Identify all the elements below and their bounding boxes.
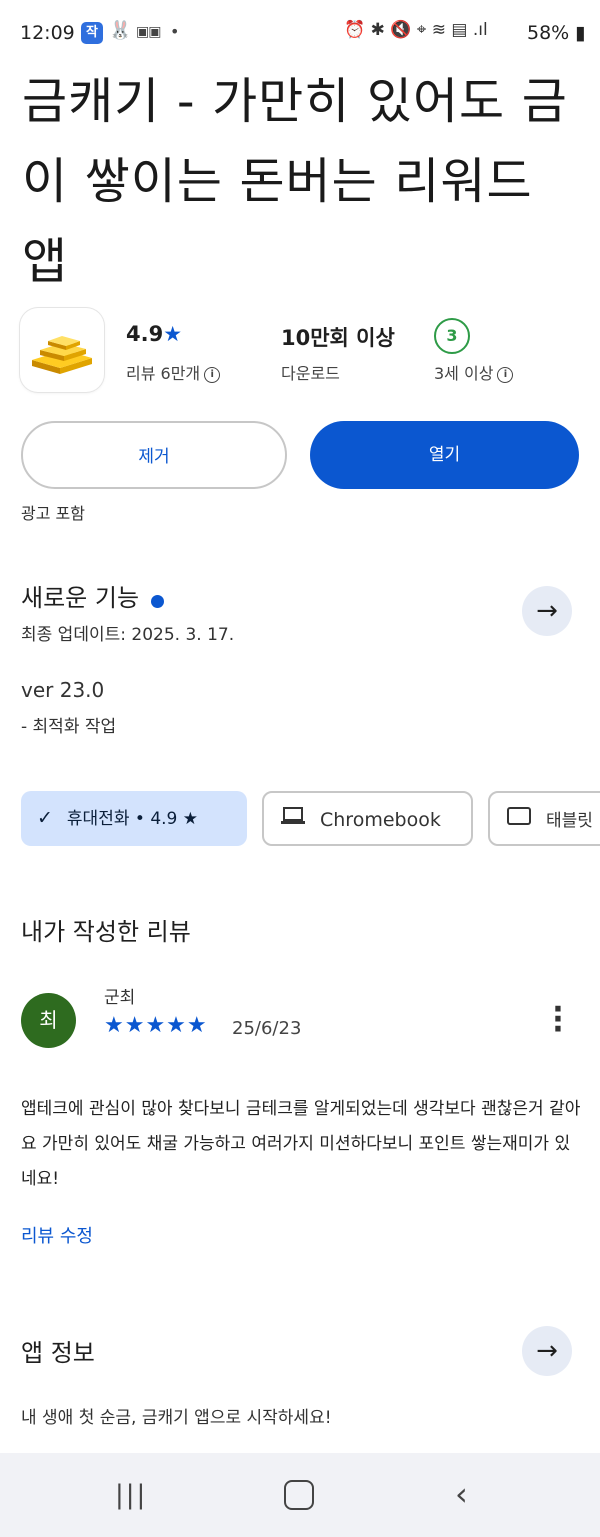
laptop-icon [280, 793, 306, 844]
battery-level: 58% ▮ [527, 22, 586, 44]
app-icon [20, 308, 104, 392]
whats-new-header[interactable]: 새로운 기능 [21, 578, 165, 613]
recent-apps-icon[interactable]: ||| [115, 1480, 147, 1510]
star-icon: ★ [163, 322, 183, 346]
rabbit-icon: 🐰 [109, 20, 132, 41]
review-author: 군최 [104, 988, 136, 1008]
edit-review-link[interactable]: 리뷰 수정 [21, 1222, 93, 1248]
version-text: ver 23.0 [21, 678, 105, 702]
downloads-value: 10만회 이상 [281, 326, 395, 350]
app-title: 금캐기 - 가만히 있어도 금이 쌓이는 돈버는 리워드 앱 [22, 73, 568, 290]
app-notification-icon: 작 [81, 22, 103, 44]
info-icon[interactable]: i [497, 366, 514, 383]
device-chip-tablet[interactable]: 태블릿 [488, 791, 600, 846]
more-vert-icon[interactable]: · · · [548, 995, 568, 1045]
arrow-right-icon[interactable]: → [522, 586, 572, 636]
open-button[interactable]: 열기 [310, 421, 579, 489]
rating-value: 4.9 [126, 322, 164, 346]
back-icon[interactable]: ‹ [455, 1475, 468, 1513]
device-chip-phone[interactable]: ✓ 휴대전화 • 4.9 ★ [21, 791, 247, 846]
review-stars: ★★★★★ [104, 1013, 208, 1038]
review-body: 앱테크에 관심이 많아 찾다보니 금테크를 알게되었는데 생각보다 괜찮은거 같… [21, 1099, 581, 1189]
gold-bars-icon [32, 336, 92, 374]
status-icons: ⏰ ✱ 🔇 ⌖ ≋ ▤ .ıl [344, 20, 488, 40]
new-indicator-dot [151, 595, 165, 608]
device-chip-chromebook[interactable]: Chromebook [262, 791, 473, 846]
age-rating[interactable]: 3세 이상 i [434, 360, 514, 384]
status-time: 12:09 [20, 22, 75, 44]
notification-grid-icon: ▣▣ [136, 24, 161, 40]
uninstall-button[interactable]: 제거 [21, 421, 287, 489]
age-rating-icon: 3 [434, 318, 470, 354]
release-notes: - 최적화 작업 [21, 717, 117, 737]
more-notifications-icon: • [170, 22, 180, 41]
app-info-title[interactable]: 앱 정보 [21, 1333, 95, 1368]
info-icon[interactable]: i [204, 366, 221, 383]
app-info-description: 내 생애 첫 순금, 금캐기 앱으로 시작하세요! [21, 1408, 332, 1428]
arrow-right-icon[interactable]: → [522, 1326, 572, 1376]
home-icon[interactable] [284, 1480, 314, 1510]
section-title: 새로운 기능 [21, 584, 140, 612]
avatar: 최 [21, 993, 76, 1048]
downloads-label: 다운로드 [281, 364, 340, 383]
rating-stat: 4.9★ [126, 322, 182, 346]
tablet-icon [506, 793, 532, 844]
check-icon: ✓ [37, 807, 53, 829]
last-updated: 최종 업데이트: 2025. 3. 17. [21, 625, 235, 645]
reviews-count[interactable]: 리뷰 6만개 i [126, 360, 221, 384]
ads-notice: 광고 포함 [21, 504, 85, 523]
status-bar: 12:09 작 🐰 ▣▣ • ⏰ ✱ 🔇 ⌖ ≋ ▤ .ıl 58% ▮ [0, 0, 600, 62]
review-date: 25/6/23 [232, 1018, 302, 1039]
my-review-title: 내가 작성한 리뷰 [21, 918, 191, 946]
